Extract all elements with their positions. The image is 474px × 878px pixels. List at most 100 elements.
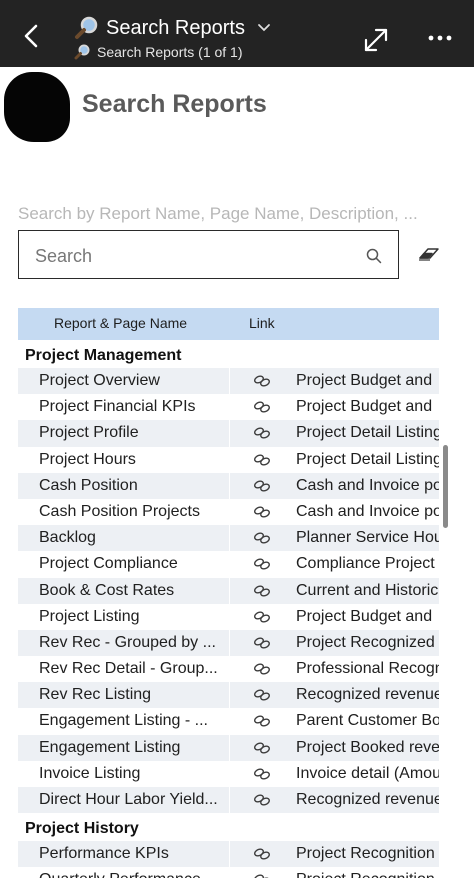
table-row[interactable]: Book & Cost Rates Current and Historic (18, 577, 439, 604)
link-icon[interactable] (253, 479, 271, 493)
column-divider (229, 603, 230, 630)
link-icon[interactable] (253, 636, 271, 650)
column-divider (229, 734, 230, 761)
report-description: Project Budget and (296, 607, 433, 625)
table-row[interactable]: Backlog Planner Service Hou (18, 525, 439, 552)
report-description: Project Budget and (296, 398, 433, 416)
report-description: Planner Service Hou (296, 529, 439, 547)
magnifier-emoji-icon (74, 44, 90, 60)
search-input[interactable] (33, 243, 357, 269)
report-page-name: Project Compliance (39, 555, 178, 573)
table-row[interactable]: Rev Rec - Grouped by ... Project Recogniz… (18, 629, 439, 657)
table-row[interactable]: Cash Position Cash and Invoice po (18, 472, 439, 499)
table-header: Report & Page Name Link (18, 308, 439, 340)
scrollbar[interactable] (443, 445, 448, 528)
back-chevron-icon[interactable] (22, 24, 42, 48)
page-subtitle: Search Reports (1 of 1) (74, 43, 243, 61)
search-box[interactable] (18, 230, 399, 279)
report-page-name: Project Listing (39, 607, 140, 625)
report-page-name: Engagement Listing (39, 738, 181, 756)
link-icon[interactable] (253, 767, 271, 781)
table-row[interactable]: Performance KPIs Project Recognition (18, 841, 439, 868)
chevron-down-icon (258, 24, 270, 32)
link-icon[interactable] (253, 557, 271, 571)
report-title-dropdown[interactable]: Search Reports (74, 14, 271, 42)
link-icon[interactable] (253, 610, 271, 624)
report-description: Project Detail Listing (296, 424, 439, 442)
link-icon[interactable] (253, 453, 271, 467)
link-icon[interactable] (253, 714, 271, 728)
search-description: Search by Report Name, Page Name, Descri… (18, 204, 418, 223)
topbar-subtitle: Search Reports (1 of 1) (97, 44, 243, 60)
column-divider (229, 708, 230, 735)
table-row[interactable]: Project Financial KPIs Project Budget and (18, 394, 439, 421)
column-divider (229, 420, 230, 447)
link-icon[interactable] (253, 584, 271, 598)
report-description: Recognized revenue (296, 791, 439, 808)
column-divider (229, 760, 230, 787)
redacted-logo (4, 72, 70, 142)
report-page-name: Project Financial KPIs (39, 398, 196, 416)
table-row[interactable]: Rev Rec Detail - Group... Professional Re… (18, 656, 439, 683)
report-page-name: Direct Hour Labor Yield... (39, 791, 218, 808)
report-description: Project Recognition (296, 845, 435, 863)
report-description: Project Recognition (296, 871, 439, 878)
table-row[interactable]: Quarterly Performance Project Recognition (18, 867, 439, 878)
table-row[interactable]: Project Overview Project Budget and (18, 368, 439, 395)
link-icon[interactable] (253, 374, 271, 388)
table-row[interactable]: Engagement Listing Project Booked reve (18, 734, 439, 761)
column-divider (229, 394, 230, 421)
report-page-name: Project Profile (39, 424, 139, 442)
column-divider (229, 656, 230, 683)
report-page-name: Project Overview (39, 372, 160, 389)
column-divider (229, 841, 230, 868)
table-row[interactable]: Project Listing Project Budget and (18, 603, 439, 630)
table-row[interactable]: Engagement Listing - ... Parent Customer … (18, 708, 439, 735)
report-page-name: Performance KPIs (39, 845, 169, 863)
column-divider (229, 551, 230, 578)
report-description: Cash and Invoice po (296, 476, 439, 494)
table-row[interactable]: Rev Rec Listing Recognized revenue (18, 682, 439, 709)
table-row[interactable]: Project Compliance Compliance Project (18, 551, 439, 578)
expand-icon[interactable] (363, 27, 389, 53)
search-icon[interactable] (366, 248, 382, 264)
link-icon[interactable] (253, 688, 271, 702)
group-name: Project History (25, 820, 139, 838)
group-name: Project Management (25, 347, 182, 364)
table-row[interactable]: Invoice Listing Invoice detail (Amou (18, 760, 439, 787)
reports-table: Report & Page Name Link Project Manageme… (18, 308, 439, 878)
link-icon[interactable] (253, 873, 271, 878)
report-description: Project Booked reve (296, 738, 439, 756)
link-icon[interactable] (253, 400, 271, 414)
link-icon[interactable] (253, 793, 271, 807)
report-page-name: Quarterly Performance (39, 871, 229, 878)
link-icon[interactable] (253, 505, 271, 519)
report-page-name: Rev Rec Detail - Group... (39, 660, 218, 678)
link-icon[interactable] (253, 847, 271, 861)
top-bar: Search Reports Search Reports (1 of 1) (0, 0, 474, 67)
table-row[interactable]: Cash Position Projects Cash and Invoice p… (18, 498, 439, 526)
link-icon[interactable] (253, 426, 271, 440)
column-header-link[interactable]: Link (249, 315, 275, 331)
group-header: Project History (18, 813, 439, 841)
link-icon[interactable] (253, 741, 271, 755)
table-row[interactable]: Project Hours Project Detail Listing (18, 446, 439, 473)
more-options-icon[interactable] (428, 33, 452, 43)
eraser-icon[interactable] (418, 247, 440, 261)
report-page-name: Backlog (39, 529, 96, 547)
report-description: Project Recognized (296, 633, 435, 651)
report-description: Project Budget and (296, 372, 433, 389)
report-description: Professional Recogn (296, 660, 439, 678)
report-description: Invoice detail (Amou (296, 764, 439, 782)
column-header-report[interactable]: Report & Page Name (54, 315, 187, 331)
link-icon[interactable] (253, 531, 271, 545)
column-divider (229, 498, 230, 526)
table-row[interactable]: Direct Hour Labor Yield... Recognized rev… (18, 787, 439, 814)
link-icon[interactable] (253, 662, 271, 676)
column-divider (229, 787, 230, 814)
column-divider (229, 368, 230, 395)
report-description: Project Detail Listing (296, 450, 439, 468)
table-row[interactable]: Project Profile Project Detail Listing (18, 420, 439, 447)
report-page-name: Engagement Listing - ... (39, 712, 208, 730)
report-page-name: Rev Rec - Grouped by ... (39, 633, 216, 651)
